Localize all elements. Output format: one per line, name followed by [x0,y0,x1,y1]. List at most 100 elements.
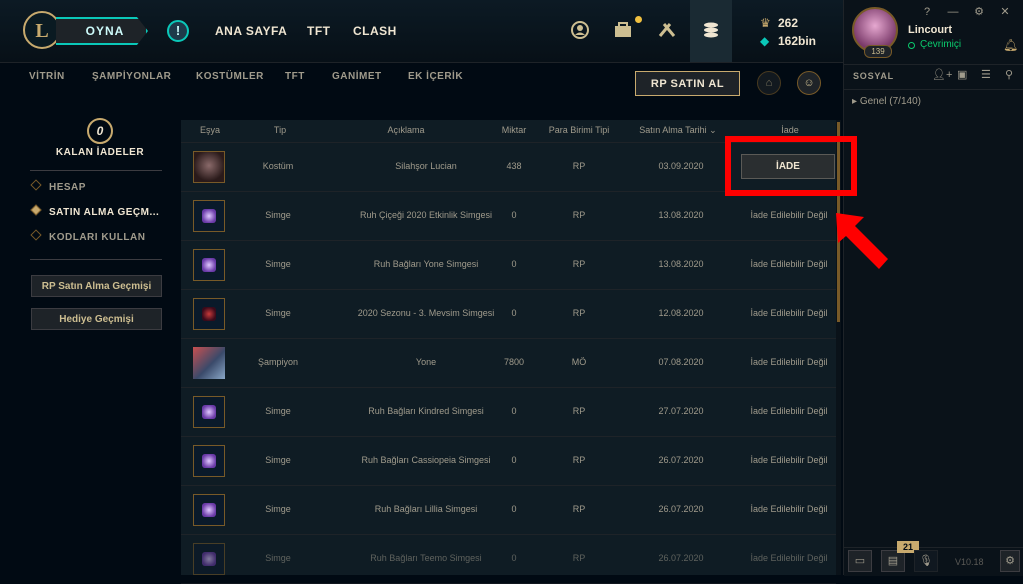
cell-currency: MÖ [571,357,587,367]
item-thumbnail [193,396,225,428]
leftnav-redeem-codes[interactable]: KODLARI KULLAN [30,229,172,248]
subnav-tft[interactable]: TFT [285,71,305,82]
missions-icon[interactable]: ▤ [881,550,905,572]
help-icon[interactable]: ? [914,6,940,18]
cell-currency: RP [572,161,586,171]
subnav-featured[interactable]: VİTRİN [29,71,65,82]
bell-icon[interactable]: 🔔︎ [1003,38,1018,52]
microphone-icon[interactable]: 🎙︎ [914,550,938,572]
chevron-right-icon: ▸ [852,96,858,107]
alert-icon[interactable]: ! [167,20,189,42]
item-thumbnail [193,445,225,477]
settings-icon[interactable]: ⚙ [966,5,992,18]
play-button[interactable]: OYNA [56,17,148,45]
cell-amount: 0 [511,308,517,318]
subnav-champions[interactable]: ŞAMPİYONLAR [92,71,171,82]
rp-amount: 162bin [778,34,817,48]
gift-icon[interactable]: ⌂ [757,71,781,95]
add-friend-icon[interactable]: 👤︎+ [932,68,952,81]
col-currency-type: Para Birimi Tipi [548,125,610,135]
table-row: Simge 2020 Sezonu - 3. Mevsim Simgesi 0 RP 1… [181,290,836,339]
table-row: Simge Ruh Çiçeği 2020 Etkinlik Simgesi 0 RP… [181,192,836,241]
subnav-accessories[interactable]: EK İÇERİK [408,71,463,82]
item-thumbnail [193,151,225,183]
table-row: Simge Ruh Bağları Teemo Simgesi 0 RP 26.07.2… [181,535,836,584]
cell-refund-status: İade Edilebilir Değil [750,406,828,416]
client-version: V10.18 [955,557,984,567]
nav-tft[interactable]: TFT [307,24,331,38]
cell-amount: 0 [511,504,517,514]
league-logo-icon[interactable]: L [23,11,61,49]
cell-amount: 0 [511,455,517,465]
divider [30,259,162,260]
online-status[interactable]: Çevrimiçi [920,39,961,50]
close-icon[interactable]: ✕ [992,5,1018,18]
cell-amount: 0 [511,406,517,416]
cell-currency: RP [572,308,586,318]
cell-type: Simge [265,210,291,220]
profile-icon[interactable] [568,20,592,44]
subnav-skins[interactable]: KOSTÜMLER [196,71,264,82]
cell-amount: 0 [511,553,517,563]
cell-type: Simge [265,455,291,465]
leftnav-account[interactable]: HESAP [30,179,172,198]
cell-type: Kostüm [262,161,294,171]
table-row: Simge Ruh Bağları Yone Simgesi 0 RP 13.08.20… [181,241,836,290]
search-icon[interactable]: ⚲ [1005,68,1013,81]
notification-dot [635,16,642,23]
cell-currency: RP [572,553,586,563]
rp-purchase-history-button[interactable]: RP Satın Alma Geçmişi [31,275,162,297]
cell-refund-status: İade Edilebilir Değil [750,504,828,514]
list-icon[interactable]: ☰ [981,68,991,81]
gift-history-button[interactable]: Hediye Geçmişi [31,308,162,330]
col-description: Açıklama [387,125,425,135]
cell-refund-status: İade Edilebilir Değil [750,259,828,269]
red-arrow-icon [836,213,888,269]
collection-icon[interactable] [611,20,635,44]
table-row: Şampiyon Yone 7800 MÖ 07.08.2020 İade Edilebi… [181,339,836,388]
col-amount: Miktar [501,125,527,135]
cell-date: 07.08.2020 [658,357,704,367]
cell-type: Simge [265,259,291,269]
cell-refund-status: İade Edilebilir Değil [750,455,828,465]
cell-amount: 0 [511,210,517,220]
loot-icon[interactable] [655,20,679,44]
chat-icon[interactable]: ▭ [848,550,872,572]
remaining-refunds-count: 0 [87,118,113,144]
item-thumbnail [193,494,225,526]
item-thumbnail [193,298,225,330]
item-thumbnail [193,543,225,575]
cell-currency: RP [572,455,586,465]
diamond-icon [30,179,42,191]
summoner-name[interactable]: Lincourt [908,24,952,36]
rp-icon: ◆ [760,34,770,48]
store-icon[interactable] [699,20,723,44]
cell-date: 27.07.2020 [658,406,704,416]
gear-icon[interactable]: ⚙ [1000,550,1020,572]
leftnav-account-label: HESAP [49,182,86,193]
summoner-level: 139 [864,45,892,58]
highlight-box [725,136,857,196]
subnav-loot[interactable]: GANİMET [332,71,382,82]
cell-refund-status: İade Edilebilir Değil [750,357,828,367]
item-thumbnail [193,347,225,379]
buy-rp-button[interactable]: RP SATIN AL [635,71,740,96]
status-dot-icon [908,42,915,49]
add-folder-icon[interactable]: ▣ [957,68,967,81]
nav-clash[interactable]: CLASH [353,24,397,38]
account-icon[interactable]: ☺ [797,71,821,95]
diamond-icon [30,204,42,216]
minimize-icon[interactable]: — [940,6,966,18]
friend-group[interactable]: ▸ Genel (7/140) [852,96,921,107]
chevron-down-icon: ⌄ [709,125,717,135]
table-row: Simge Ruh Bağları Kindred Simgesi 0 RP 27.07… [181,388,836,437]
leftnav-purchase-history[interactable]: SATIN ALMA GEÇM... [30,204,172,223]
leftnav-redeem-codes-label: KODLARI KULLAN [49,232,146,243]
col-type: Tip [273,125,287,135]
nav-home[interactable]: ANA SAYFA [215,24,287,38]
table-row: Simge Ruh Bağları Cassiopeia Simgesi 0 RP 26… [181,437,836,486]
col-purchase-date-label: Satın Alma Tarihi [639,125,707,135]
col-purchase-date[interactable]: Satın Alma Tarihi ⌄ [632,125,724,136]
divider [30,170,162,171]
window-controls: ? — ⚙ ✕ [914,5,1018,18]
